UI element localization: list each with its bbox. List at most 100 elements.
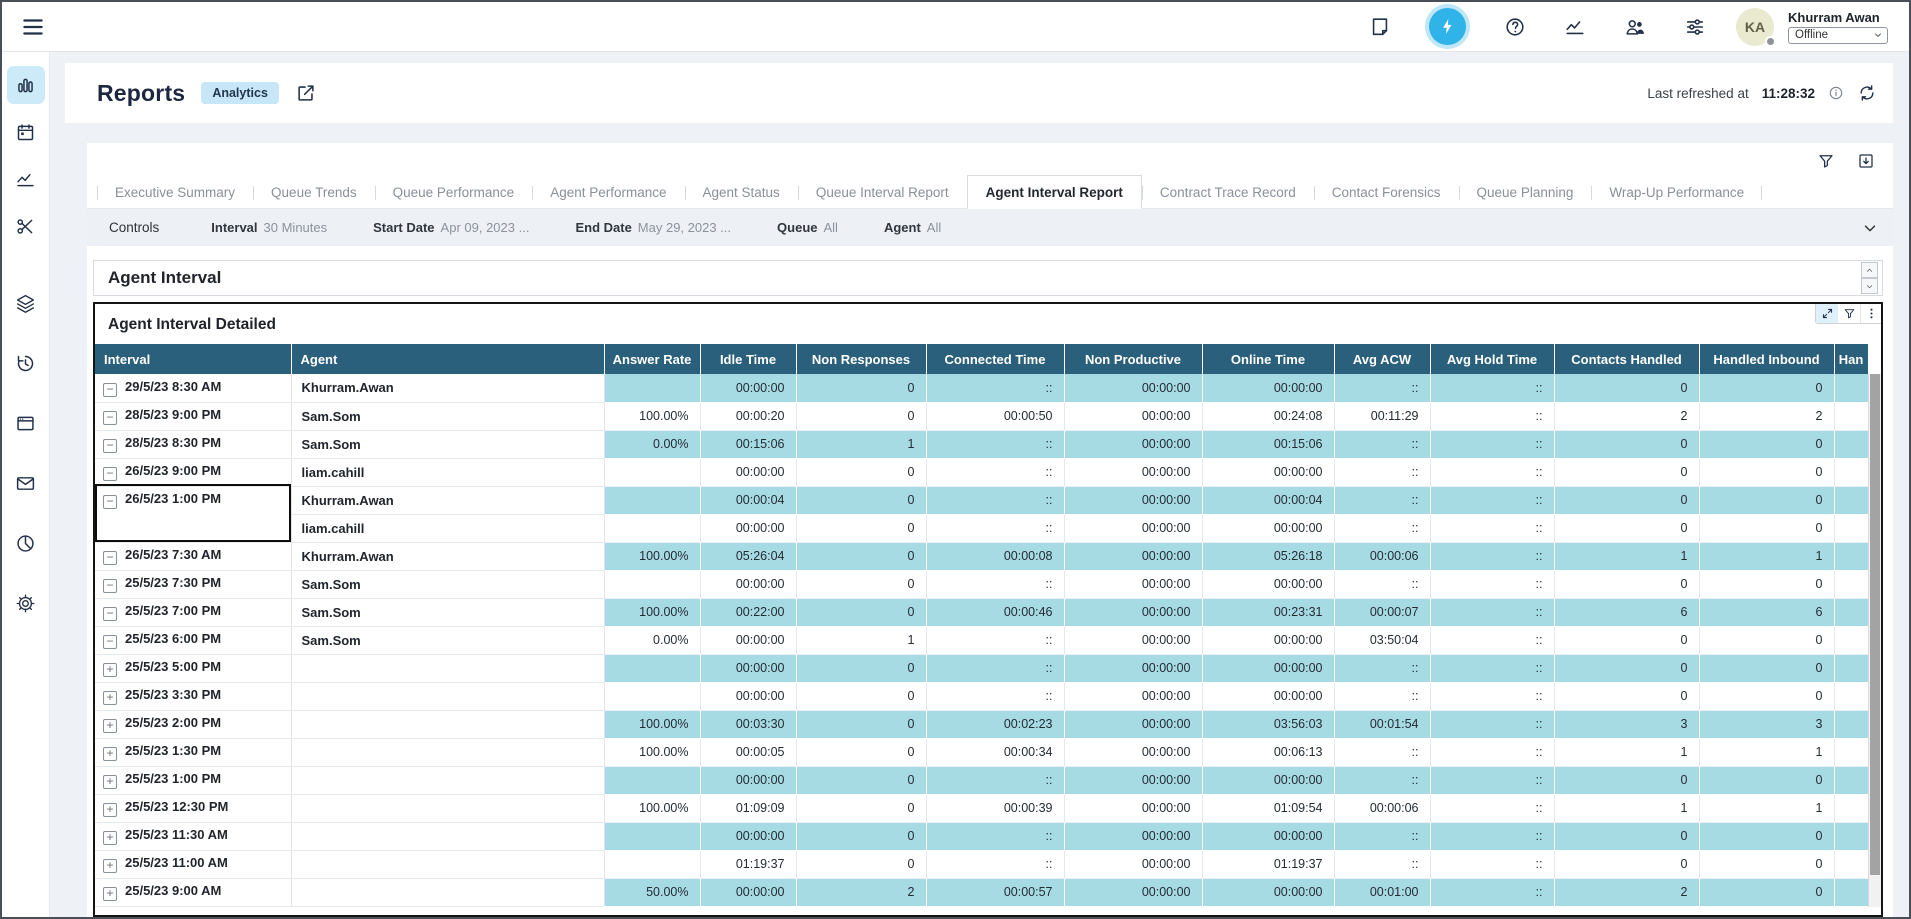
control-queue[interactable]: QueueAll	[777, 219, 838, 237]
value-cell[interactable]: 00:00:20	[700, 402, 796, 430]
expand-toggle-icon[interactable]: +	[103, 831, 117, 845]
value-cell[interactable]: 01:19:37	[1202, 850, 1334, 878]
value-cell[interactable]	[604, 514, 700, 542]
value-cell-clipped[interactable]	[1834, 654, 1868, 682]
value-cell[interactable]: 00:00:00	[700, 682, 796, 710]
agent-cell[interactable]	[291, 822, 604, 850]
column-header-interval[interactable]: Interval	[95, 344, 291, 374]
table-row[interactable]: +25/5/23 9:00 AM50.00%00:00:00200:00:570…	[95, 878, 1868, 906]
value-cell[interactable]: 0	[796, 486, 926, 514]
control-end-date[interactable]: End DateMay 29, 2023 ...	[575, 219, 731, 237]
value-cell[interactable]: 0	[796, 766, 926, 794]
table-row[interactable]: −25/5/23 6:00 PMSam.Som0.00%00:00:001::0…	[95, 626, 1868, 654]
agent-cell[interactable]: Sam.Som	[291, 570, 604, 598]
value-cell[interactable]: 00:00:00	[1064, 766, 1202, 794]
value-cell[interactable]: 0	[796, 850, 926, 878]
avatar[interactable]: KA	[1736, 8, 1774, 46]
column-header-non-responses[interactable]: Non Responses	[796, 344, 926, 374]
value-cell[interactable]	[604, 654, 700, 682]
line-chart-button[interactable]	[1564, 16, 1586, 38]
value-cell[interactable]: 00:00:00	[700, 514, 796, 542]
value-cell-clipped[interactable]	[1834, 570, 1868, 598]
agent-cell[interactable]: Sam.Som	[291, 598, 604, 626]
agent-cell[interactable]	[291, 878, 604, 906]
interval-cell[interactable]: +25/5/23 12:30 PM	[95, 794, 291, 822]
value-cell[interactable]: ::	[1430, 822, 1554, 850]
value-cell[interactable]: 00:00:39	[926, 794, 1064, 822]
value-cell[interactable]: 0	[1554, 766, 1699, 794]
value-cell[interactable]: 00:00:00	[1202, 374, 1334, 402]
value-cell[interactable]: 00:00:00	[700, 822, 796, 850]
value-cell[interactable]: ::	[1334, 738, 1430, 766]
expand-toggle-icon[interactable]: +	[103, 747, 117, 761]
value-cell[interactable]: 0	[796, 598, 926, 626]
interval-cell[interactable]: +25/5/23 1:30 PM	[95, 738, 291, 766]
value-cell[interactable]: 0	[1554, 374, 1699, 402]
tab-queue-trends[interactable]: Queue Trends	[253, 178, 375, 208]
collapse-toggle-icon[interactable]: −	[103, 607, 117, 621]
value-cell-clipped[interactable]	[1834, 402, 1868, 430]
table-row[interactable]: +25/5/23 11:00 AM01:19:370::00:00:0001:1…	[95, 850, 1868, 878]
control-start-date[interactable]: Start DateApr 09, 2023 ...	[373, 219, 529, 237]
value-cell[interactable]: ::	[1430, 402, 1554, 430]
value-cell[interactable]: ::	[926, 570, 1064, 598]
agent-cell[interactable]: liam.cahill	[291, 458, 604, 486]
value-cell[interactable]: 0.00%	[604, 626, 700, 654]
value-cell[interactable]: 00:02:23	[926, 710, 1064, 738]
value-cell[interactable]: 0	[796, 794, 926, 822]
value-cell[interactable]	[604, 570, 700, 598]
table-row[interactable]: +25/5/23 3:30 PM00:00:000::00:00:0000:00…	[95, 682, 1868, 710]
value-cell[interactable]: 6	[1699, 598, 1834, 626]
value-cell[interactable]: ::	[1334, 374, 1430, 402]
value-cell[interactable]: 00:00:00	[1202, 514, 1334, 542]
interval-cell[interactable]: −25/5/23 7:30 PM	[95, 570, 291, 598]
expand-table-button[interactable]	[1816, 303, 1838, 323]
value-cell[interactable]: 00:00:00	[1064, 626, 1202, 654]
sidebar-item-pie-chart[interactable]	[7, 524, 45, 562]
table-row[interactable]: −26/5/23 1:00 PMKhurram.Awan00:00:040::0…	[95, 486, 1868, 514]
refresh-button[interactable]	[1857, 83, 1877, 103]
column-header-avg-hold-time[interactable]: Avg Hold Time	[1430, 344, 1554, 374]
value-cell[interactable]: 0	[796, 374, 926, 402]
value-cell-clipped[interactable]	[1834, 626, 1868, 654]
value-cell[interactable]: 03:50:04	[1334, 626, 1430, 654]
value-cell[interactable]: 00:00:00	[1202, 626, 1334, 654]
interval-cell[interactable]: +25/5/23 9:00 AM	[95, 878, 291, 906]
value-cell[interactable]: 2	[1554, 402, 1699, 430]
value-cell[interactable]: 0	[796, 822, 926, 850]
value-cell[interactable]: ::	[1430, 878, 1554, 906]
expand-toggle-icon[interactable]: +	[103, 859, 117, 873]
value-cell[interactable]: ::	[926, 766, 1064, 794]
sidebar-item-line-chart[interactable]	[7, 160, 45, 198]
value-cell[interactable]: 00:00:00	[1064, 850, 1202, 878]
value-cell[interactable]: ::	[1334, 654, 1430, 682]
value-cell[interactable]: 2	[796, 878, 926, 906]
note-button[interactable]	[1369, 16, 1391, 38]
value-cell[interactable]: 00:00:06	[1334, 794, 1430, 822]
column-header-contacts-handled[interactable]: Contacts Handled	[1554, 344, 1699, 374]
value-cell[interactable]: 00:00:00	[1064, 458, 1202, 486]
collapse-toggle-icon[interactable]: −	[103, 411, 117, 425]
interval-cell[interactable]: −26/5/23 1:00 PM	[95, 486, 291, 514]
value-cell[interactable]: 0	[796, 542, 926, 570]
collapse-toggle-icon[interactable]: −	[103, 467, 117, 481]
help-button[interactable]	[1504, 16, 1526, 38]
collapse-toggle-icon[interactable]: −	[103, 439, 117, 453]
value-cell[interactable]: 00:00:00	[1202, 458, 1334, 486]
value-cell[interactable]: 0	[1699, 458, 1834, 486]
value-cell[interactable]: 00:00:04	[1202, 486, 1334, 514]
value-cell[interactable]: 2	[1554, 878, 1699, 906]
value-cell[interactable]: ::	[1430, 626, 1554, 654]
value-cell[interactable]: 00:00:00	[1064, 542, 1202, 570]
interval-cell[interactable]: +25/5/23 2:00 PM	[95, 710, 291, 738]
value-cell[interactable]: 00:00:00	[1064, 402, 1202, 430]
value-cell[interactable]: ::	[1430, 654, 1554, 682]
tab-wrap-up-performance[interactable]: Wrap-Up Performance	[1591, 178, 1762, 208]
value-cell[interactable]: ::	[926, 374, 1064, 402]
agent-cell[interactable]	[291, 738, 604, 766]
value-cell[interactable]: 00:00:00	[1064, 654, 1202, 682]
value-cell[interactable]: 00:00:34	[926, 738, 1064, 766]
value-cell[interactable]: 00:00:08	[926, 542, 1064, 570]
interval-cell[interactable]: +25/5/23 5:00 PM	[95, 654, 291, 682]
value-cell[interactable]: 0	[796, 682, 926, 710]
